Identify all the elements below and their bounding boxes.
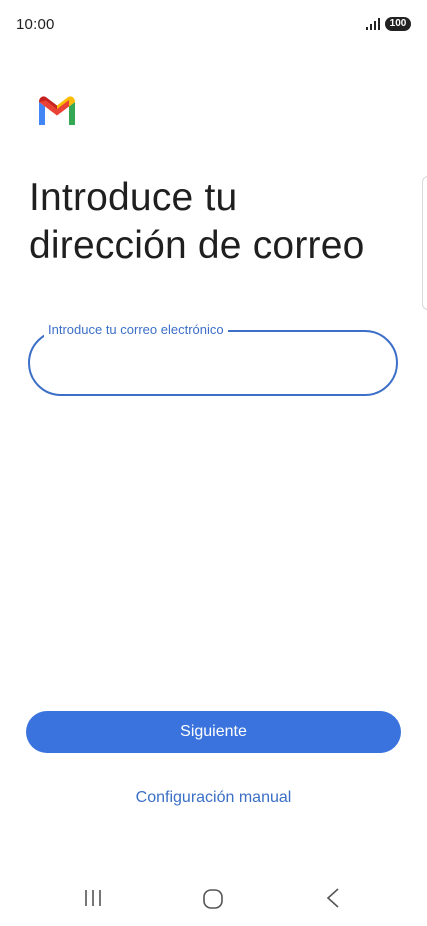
recents-icon[interactable] [83, 888, 103, 908]
home-icon[interactable] [202, 888, 224, 910]
battery-icon: 100 [385, 17, 411, 31]
page-title: Introduce tu dirección de correo [29, 174, 409, 270]
manual-setup-link[interactable]: Configuración manual [0, 789, 427, 807]
edge-panel-handle[interactable] [422, 176, 427, 310]
status-icons: 100 [366, 17, 411, 31]
back-icon[interactable] [326, 887, 340, 909]
next-button[interactable]: Siguiente [26, 711, 401, 753]
status-time: 10:00 [16, 16, 55, 33]
signal-icon [366, 18, 380, 30]
page-title-line-2: dirección de correo [29, 224, 365, 267]
status-bar: 10:00 100 [0, 0, 427, 52]
gmail-logo [39, 96, 75, 125]
email-field[interactable] [28, 330, 398, 396]
navigation-bar [0, 870, 427, 926]
email-input[interactable] [50, 350, 374, 378]
email-field-label: Introduce tu correo electrónico [44, 322, 228, 338]
page-title-line-1: Introduce tu [29, 176, 238, 219]
